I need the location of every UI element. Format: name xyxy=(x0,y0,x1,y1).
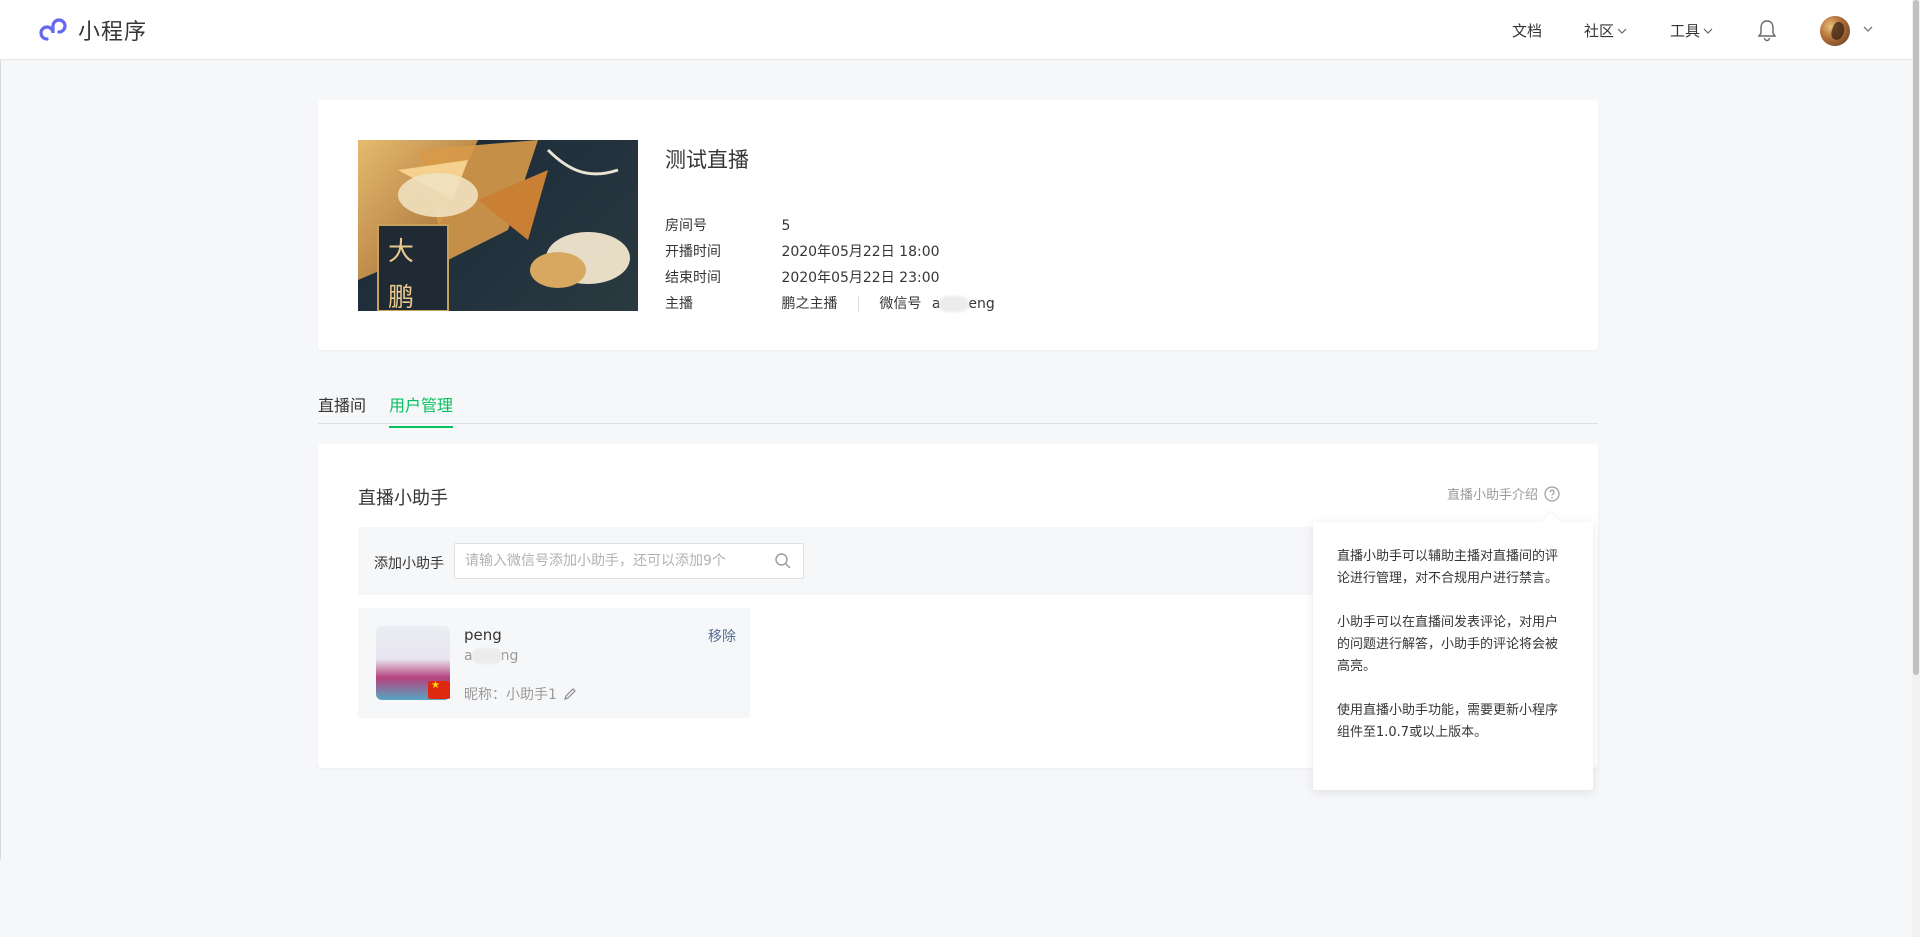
logo[interactable]: 小程序 xyxy=(38,14,147,46)
anchor-wechat-label: 微信号 xyxy=(879,296,922,312)
avatar[interactable] xyxy=(1820,16,1850,46)
top-navbar: 小程序 文档 社区 工具 xyxy=(0,0,1920,60)
search-input[interactable] xyxy=(454,543,804,579)
left-divider xyxy=(0,60,1,860)
assistant-wechat: a ng xyxy=(464,648,518,664)
chevron-down-icon xyxy=(1703,28,1713,34)
assistant-nickname-text: 昵称：小助手1 xyxy=(464,687,557,703)
assistant-name: peng xyxy=(464,626,502,644)
redacted-mask xyxy=(471,648,502,664)
help-icon xyxy=(1544,485,1560,502)
app-name: 小程序 xyxy=(78,20,148,45)
info-room-label: 房间号 xyxy=(665,218,707,234)
info-anchor-label: 主播 xyxy=(665,296,693,312)
miniprogram-logo-icon xyxy=(39,18,67,41)
info-start: 开播时间 2020年05月22日 18:00 xyxy=(665,241,940,261)
live-cover-image: 大 鹏 xyxy=(358,140,638,311)
info-end-label: 结束时间 xyxy=(665,270,721,286)
divider xyxy=(857,296,859,312)
live-info-card: 大 鹏 测试直播 房间号 5 开播时间 2020年05月22日 18:00 结束… xyxy=(318,100,1598,350)
info-anchor: 主播 鹏之主播 微信号 a eng xyxy=(665,293,995,313)
popover-paragraph: 小助手可以在直播间发表评论，对用户的问题进行解答，小助手的评论将会被高亮。 xyxy=(1337,615,1559,674)
tab-bar: 直播间 用户管理 xyxy=(318,384,1598,428)
assistant-title: 直播小助手 xyxy=(358,488,448,509)
assistant-wechat-suffix: ng xyxy=(500,648,519,664)
nav-docs-label: 文档 xyxy=(1512,22,1543,40)
anchor-name: 鹏之主播 xyxy=(781,296,838,312)
info-start-label: 开播时间 xyxy=(665,244,721,260)
info-end: 结束时间 2020年05月22日 23:00 xyxy=(665,267,940,287)
scrollbar-thumb[interactable] xyxy=(1913,0,1919,675)
live-title: 测试直播 xyxy=(665,148,749,172)
svg-text:大: 大 xyxy=(388,237,414,267)
assistant-item: peng ang 移除 昵称：小助手1 xyxy=(358,608,750,718)
nav-docs[interactable]: 文档 xyxy=(1512,20,1542,41)
popover-paragraph: 直播小助手可以辅助主播对直播间的评论进行管理，对不合规用户进行禁言。 xyxy=(1337,549,1559,586)
info-room: 房间号 5 xyxy=(665,215,790,235)
svg-text:鹏: 鹏 xyxy=(388,283,414,311)
search-icon[interactable] xyxy=(774,552,792,570)
assistant-intro-popover: 直播小助手可以辅助主播对直播间的评论进行管理，对不合规用户进行禁言。 小助手可以… xyxy=(1313,522,1593,790)
popover-paragraph: 使用直播小助手功能，需要更新小程序组件至1.0.7或以上版本。 xyxy=(1337,703,1559,740)
nav-tools[interactable]: 工具 xyxy=(1670,20,1713,41)
tab-user-management[interactable]: 用户管理 xyxy=(389,392,454,428)
assistant-intro-link[interactable]: 直播小助手介绍 xyxy=(1447,484,1560,503)
nav-community-label: 社区 xyxy=(1584,22,1615,40)
assistant-nickname: 昵称：小助手1 xyxy=(464,684,577,704)
edit-icon[interactable] xyxy=(563,687,577,701)
assistant-intro-label: 直播小助手介绍 xyxy=(1446,488,1538,503)
china-flag-icon xyxy=(428,680,450,699)
add-assistant-label: 添加小助手 xyxy=(374,556,444,572)
anchor-wechat-suffix: eng xyxy=(968,296,995,312)
info-end-value: 2020年05月22日 23:00 xyxy=(781,270,940,286)
tab-live-room[interactable]: 直播间 xyxy=(318,392,366,426)
bell-icon[interactable] xyxy=(1756,18,1778,42)
cover-artwork: 大 鹏 xyxy=(358,140,630,311)
nav-community[interactable]: 社区 xyxy=(1584,20,1627,41)
nav-tools-label: 工具 xyxy=(1670,22,1701,40)
chevron-down-icon[interactable] xyxy=(1862,24,1874,34)
remove-button[interactable]: 移除 xyxy=(708,626,736,646)
info-room-value: 5 xyxy=(781,218,791,234)
info-start-value: 2020年05月22日 18:00 xyxy=(781,244,940,260)
chevron-down-icon xyxy=(1617,28,1627,34)
redacted-mask xyxy=(939,296,970,312)
